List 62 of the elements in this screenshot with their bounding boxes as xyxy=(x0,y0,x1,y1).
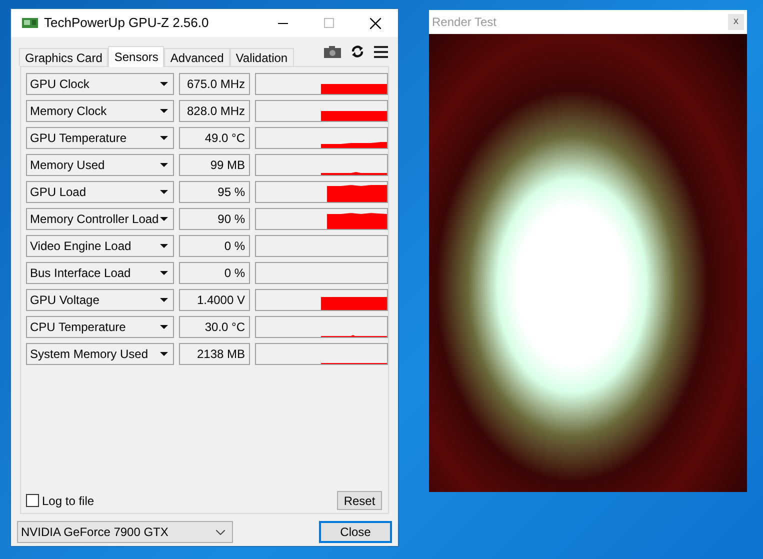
reset-button[interactable]: Reset xyxy=(337,491,382,510)
sensor-sparkline xyxy=(321,335,387,337)
refresh-icon[interactable] xyxy=(351,45,364,58)
sensor-sparkline xyxy=(321,142,387,148)
sensor-dropdown[interactable]: System Memory Used xyxy=(26,343,174,365)
sensor-dropdown[interactable]: GPU Clock xyxy=(26,73,174,95)
caret-icon xyxy=(160,217,168,221)
sensor-dropdown[interactable]: GPU Load xyxy=(26,181,174,203)
sensor-dropdown[interactable]: Bus Interface Load xyxy=(26,262,174,284)
sensor-value: 49.0 °C xyxy=(179,127,250,149)
sensor-sparkline xyxy=(321,172,387,175)
caret-icon xyxy=(160,271,168,275)
sensor-dropdown[interactable]: Video Engine Load xyxy=(26,235,174,257)
sensor-dropdown[interactable]: Memory Clock xyxy=(26,100,174,122)
window-title: TechPowerUp GPU-Z 2.56.0 xyxy=(44,14,209,32)
checkbox-label: Log to file xyxy=(42,492,94,510)
sensor-value: 99 MB xyxy=(179,154,250,176)
tab[interactable]: Validation xyxy=(230,48,294,66)
sensor-sparkline xyxy=(321,297,387,310)
sensor-value: 0 % xyxy=(179,235,250,257)
graphics-card-icon xyxy=(22,17,38,29)
sensor-dropdown[interactable]: GPU Temperature xyxy=(26,127,174,149)
minimize-icon xyxy=(278,22,288,24)
caret-icon xyxy=(160,109,168,113)
maximize-icon xyxy=(324,18,334,28)
sensor-sparkline xyxy=(327,213,387,229)
checkbox[interactable] xyxy=(26,494,39,507)
sensor-sparkline xyxy=(321,84,387,94)
sensor-sparkline xyxy=(321,111,387,121)
sensor-value: 95 % xyxy=(179,181,250,203)
caret-icon xyxy=(160,82,168,86)
sensor-sparkline xyxy=(321,362,387,364)
menu-icon[interactable] xyxy=(374,46,388,58)
caret-icon xyxy=(160,244,168,248)
sensor-value: 675.0 MHz xyxy=(179,73,250,95)
caret-icon xyxy=(160,298,168,302)
sensor-value: 0 % xyxy=(179,262,250,284)
chevron-down-icon xyxy=(216,530,225,534)
sensor-dropdown[interactable]: Memory Controller Load xyxy=(26,208,174,230)
tab[interactable]: Advanced xyxy=(164,48,230,66)
camera-icon[interactable] xyxy=(324,46,341,58)
tab[interactable]: Graphics Card xyxy=(19,48,108,66)
sensor-dropdown[interactable]: GPU Voltage xyxy=(26,289,174,311)
sensor-sparkline xyxy=(327,185,387,202)
sensor-value: 1.4000 V xyxy=(179,289,250,311)
sensor-dropdown[interactable]: CPU Temperature xyxy=(26,316,174,338)
close-button[interactable]: Close xyxy=(319,521,392,543)
sensor-value: 30.0 °C xyxy=(179,316,250,338)
tab[interactable]: Sensors xyxy=(108,46,164,67)
caret-icon xyxy=(160,325,168,329)
close-button[interactable]: x xyxy=(728,14,744,30)
sensor-dropdown[interactable]: Memory Used xyxy=(26,154,174,176)
sensor-value: 828.0 MHz xyxy=(179,100,250,122)
sensor-value: 90 % xyxy=(179,208,250,230)
caret-icon xyxy=(160,190,168,194)
window-title: Render Test xyxy=(432,14,496,31)
device-select[interactable]: NVIDIA GeForce 7900 GTX xyxy=(17,521,233,543)
close-icon xyxy=(370,18,380,28)
caret-icon xyxy=(160,352,168,356)
sensor-value: 2138 MB xyxy=(179,343,250,365)
caret-icon xyxy=(160,136,168,140)
caret-icon xyxy=(160,163,168,167)
